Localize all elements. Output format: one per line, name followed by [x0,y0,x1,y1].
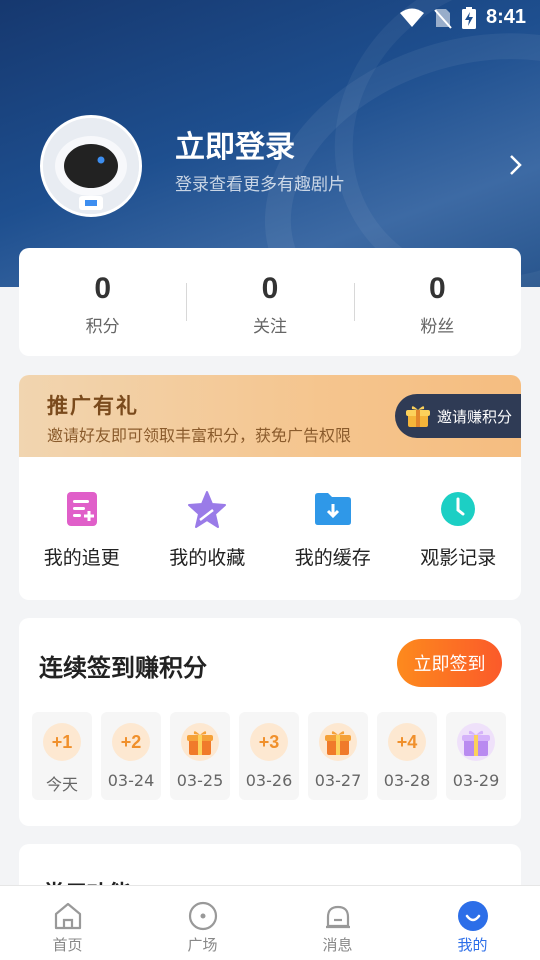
tab-label: 广场 [187,936,218,954]
stat-value: 0 [428,272,446,305]
status-bar: 8:41 [0,0,540,36]
day-label: 今天 [45,775,78,794]
chevron-right-icon[interactable] [504,152,526,178]
tab-plaza[interactable]: 广场 [135,886,270,960]
bell-icon [325,905,350,929]
day-label: 03-29 [452,771,500,790]
tab-label: 消息 [322,936,353,954]
stat-label: 关注 [252,317,287,337]
points-badge: +4 [388,723,426,761]
signin-day: 03-29 [446,712,506,800]
tab-home[interactable]: 首页 [0,886,135,960]
promo-banner[interactable]: 推广有礼 邀请好友即可领取丰富积分，获免广告权限 邀请赚积分 [19,375,521,457]
tab-bar: 首页 广场 消息 我的 [0,885,540,960]
stat-value: 0 [261,272,279,305]
signin-day: 03-27 [308,712,368,800]
function-label: 我的收藏 [169,547,246,569]
robot-avatar-icon [43,118,139,214]
signin-day: +3 03-26 [239,712,299,800]
avatar[interactable] [40,115,142,217]
my-cache-button[interactable]: 我的缓存 [270,489,396,570]
big-gift-icon [462,730,490,756]
day-label: 03-26 [245,771,293,790]
signin-title: 连续签到赚积分 [39,654,207,682]
watch-history-button[interactable]: 观影记录 [396,489,522,570]
tab-label: 我的 [457,936,488,954]
day-label: 03-24 [107,771,155,790]
gift-box-icon [187,731,213,755]
day-label: 03-25 [176,771,224,790]
status-time: 8:41 [485,6,526,28]
promo-title: 推广有礼 [47,394,139,418]
signin-day: +2 03-24 [101,712,161,800]
stat-label: 积分 [85,317,120,337]
clock-icon [441,492,476,526]
signin-day: 03-25 [170,712,230,800]
signin-day: +1 今天 [32,712,92,800]
my-updates-button[interactable]: 我的追更 [19,489,145,570]
download-folder-icon [314,493,351,525]
stat-fans[interactable]: 0 粉丝 [353,248,521,356]
signin-button[interactable]: 立即签到 [397,639,502,687]
points-badge: +1 [43,723,81,761]
login-title[interactable]: 立即登录 [175,122,295,166]
star-icon [188,491,227,528]
points-badge: +3 [250,723,288,761]
wifi-icon [399,8,424,27]
stats-card: 0 积分 0 关注 0 粉丝 [19,248,521,356]
day-label: 03-27 [314,771,362,790]
no-sim-icon [434,8,452,29]
plaza-icon [188,901,217,931]
stat-label: 粉丝 [420,317,455,337]
login-subtitle: 登录查看更多有趣剧片 [175,175,345,195]
signin-days: +1 今天 +2 03-24 03-25 +3 03-26 03-27 +4 0… [32,712,506,800]
home-icon [54,902,81,930]
signin-day: +4 03-28 [377,712,437,800]
invite-button-label: 邀请赚积分 [437,407,513,426]
stat-following[interactable]: 0 关注 [186,248,353,356]
stat-points[interactable]: 0 积分 [19,248,186,356]
stat-value: 0 [94,272,111,305]
function-label: 我的追更 [43,547,120,569]
promo-description: 邀请好友即可领取丰富积分，获免广告权限 [47,426,352,445]
tab-profile[interactable]: 我的 [405,886,540,960]
signin-card: 连续签到赚积分 立即签到 +1 今天 +2 03-24 03-25 +3 03-… [19,618,521,826]
battery-charging-icon [461,6,476,29]
gift-icon [406,406,430,427]
points-badge: +2 [112,723,150,761]
my-favorites-button[interactable]: 我的收藏 [145,489,271,570]
gift-box-icon [325,731,351,755]
invite-button[interactable]: 邀请赚积分 [395,394,521,438]
tab-label: 首页 [52,936,83,954]
profile-icon [457,901,488,931]
function-label: 观影记录 [420,547,497,569]
edit-list-icon [66,492,97,526]
day-label: 03-28 [383,771,431,790]
function-label: 我的缓存 [294,547,371,569]
tab-messages[interactable]: 消息 [270,886,405,960]
functions-card: 推广有礼 邀请好友即可领取丰富积分，获免广告权限 邀请赚积分 我的追更 我的收藏… [19,375,521,600]
